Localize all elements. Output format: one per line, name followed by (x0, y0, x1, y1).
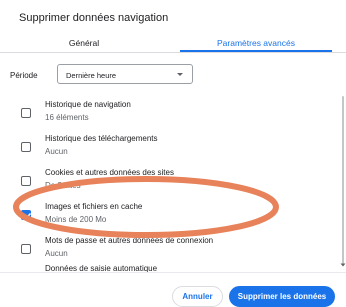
list-item-download-history[interactable]: Historique des téléchargements Aucun (0, 130, 336, 164)
list-item-cookies[interactable]: Cookies et autres données des sites De 3… (0, 164, 336, 198)
cancel-button[interactable]: Annuler (172, 286, 223, 307)
data-types-list: Historique de navigation 16 éléments His… (0, 96, 346, 272)
cached-images-checkbox[interactable] (21, 210, 32, 220)
list-item-cached-images[interactable]: Images et fichiers en cache Moins de 200… (0, 198, 336, 232)
list-item-autofill[interactable]: Données de saisie automatique (0, 260, 336, 272)
browsing-history-checkbox[interactable] (21, 108, 31, 118)
cookies-checkbox[interactable] (21, 176, 31, 186)
item-title: Cookies et autres données des sites (45, 168, 174, 177)
period-label: Période (10, 71, 38, 80)
download-history-checkbox[interactable] (21, 142, 31, 152)
list-item-browsing-history[interactable]: Historique de navigation 16 éléments (0, 96, 336, 130)
item-subtitle: Aucun (45, 249, 68, 258)
item-title: Données de saisie automatique (45, 264, 158, 272)
dialog-title: Supprimer données navigation (19, 12, 169, 24)
footer-divider (0, 272, 346, 273)
period-select[interactable]: Dernière heure (57, 64, 193, 84)
dropdown-arrow-icon (177, 73, 183, 76)
tab-bar: Général Paramètres avancés (0, 34, 346, 52)
item-subtitle: De 3 sites (45, 181, 81, 190)
scroll-down-arrow-icon[interactable] (340, 262, 346, 268)
item-subtitle: Aucun (45, 147, 68, 156)
item-title: Historique des téléchargements (45, 134, 158, 143)
period-selected-value: Dernière heure (66, 71, 117, 80)
checkmark-icon (22, 212, 32, 220)
delete-data-button[interactable]: Supprimer les données (229, 286, 335, 307)
tabs-divider (0, 52, 346, 53)
item-subtitle: Moins de 200 Mo (45, 215, 107, 224)
scroll-thumb[interactable] (342, 96, 344, 264)
item-title: Images et fichiers en cache (45, 202, 143, 211)
list-scrollbar[interactable] (336, 96, 346, 272)
item-title: Historique de navigation (45, 100, 131, 109)
tab-general[interactable]: Général (14, 34, 154, 52)
passwords-checkbox[interactable] (21, 244, 31, 254)
item-title: Mots de passe et autres données de conne… (45, 236, 214, 245)
item-subtitle: 16 éléments (45, 113, 89, 122)
